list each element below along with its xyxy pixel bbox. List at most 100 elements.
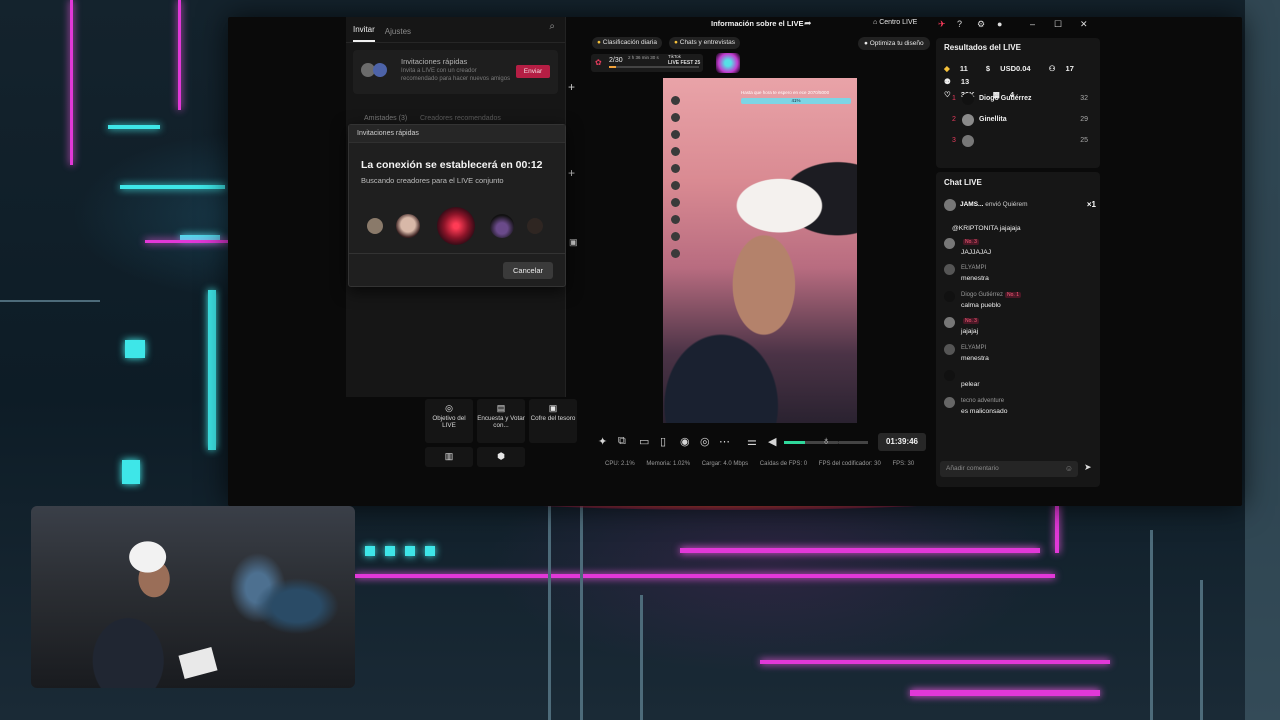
creator-avatars <box>367 207 557 245</box>
daily-ranking-pill[interactable]: ● Clasificación diaria <box>592 37 662 49</box>
plus-icon[interactable]: + <box>568 80 575 94</box>
centro-live-button[interactable]: ⌂ Centro LIVE <box>873 19 917 26</box>
avatar <box>373 63 387 77</box>
fest-name: LIVE FEST 25 <box>668 60 701 66</box>
share-icon[interactable]: ➦ <box>804 18 812 29</box>
cpu-stat: CPU: 2.1% <box>605 461 635 467</box>
record-icon[interactable]: ◉ <box>680 435 690 448</box>
upload-stat: Cargar: 4.0 Mbps <box>701 461 749 467</box>
avatar <box>490 214 514 238</box>
plus-icon[interactable]: + <box>568 166 575 180</box>
quick-invite-modal: Invitaciones rápidas La conexión se esta… <box>348 124 566 287</box>
live-results-box: Resultados del LIVE ◆ 11 $ USD0.04 ⚇ 17 … <box>936 38 1100 168</box>
fps-drops-stat: Caídas de FPS: 0 <box>759 461 808 467</box>
lock-icon: ▣ <box>569 237 578 247</box>
layout-icon[interactable]: ⧉ <box>618 435 626 448</box>
video-chat-overlay <box>671 96 681 266</box>
rank-badge: No. 3 <box>963 239 979 245</box>
rank-badge: No. 3 <box>963 318 979 324</box>
gift-text: envió Quiérem <box>985 201 1028 208</box>
avatar <box>437 207 475 245</box>
search-icon[interactable]: ⌕ <box>549 21 555 32</box>
live-studio-window: Invitar Ajustes ⌕ Invitaciones rápidas I… <box>228 17 1242 506</box>
leaderboard-row[interactable]: 2 Ginellita 29 <box>936 110 1100 130</box>
close-icon[interactable]: ✕ <box>1080 19 1088 30</box>
gift-count: ×1 <box>1086 200 1096 209</box>
paper-sheet <box>178 647 218 679</box>
avatar <box>944 344 955 355</box>
video-goal-progress: 41% <box>741 98 851 104</box>
tool-live-goal[interactable]: ◎ Objetivo del LIVE <box>425 399 473 443</box>
avatar <box>962 114 974 126</box>
microphone-icon[interactable]: ♁ <box>822 435 830 447</box>
user-plus-icon: ⚉ <box>944 77 951 86</box>
live-video-preview: Hasta que hora te espero en ece 2070/500… <box>663 78 857 423</box>
avatar <box>944 317 955 328</box>
send-invite-button[interactable]: Enviar <box>516 65 550 78</box>
results-title: Resultados del LIVE <box>944 43 1021 52</box>
tool-label: Cofre del tesoro <box>530 414 576 422</box>
rose-icon: ✿ <box>595 58 602 67</box>
tools-grid: ◎ Objetivo del LIVE ▤ Encuesta y Votar c… <box>423 397 583 489</box>
avatar <box>962 135 974 147</box>
video-goal-text: Hasta que hora te espero en ece 2070/500… <box>741 90 830 95</box>
memory-stat: Memoria: 1.02% <box>646 461 691 467</box>
maximize-icon[interactable]: ☐ <box>1054 19 1062 30</box>
notification-icon[interactable]: ✈ <box>938 19 946 30</box>
leaderboard-row[interactable]: 1 Diogo Gutiérrez 32 <box>936 89 1100 109</box>
comment-input[interactable]: Añadir comentario ☺ <box>940 461 1078 477</box>
chest-icon: ▣ <box>548 403 558 413</box>
chat-bubble-icon: ● <box>674 39 678 46</box>
tab-recommended[interactable]: Creadores recomendados <box>420 115 501 122</box>
modal-title: La conexión se establecerá en 00:12 <box>361 159 543 171</box>
tool-box[interactable]: ▥ <box>425 447 473 467</box>
live-chat: Chat LIVE JAMS... envió Quiérem ×1 @KRIP… <box>936 172 1100 487</box>
tab-ajustes[interactable]: Ajustes <box>385 27 411 42</box>
window-title: Información sobre el LIVE <box>711 19 804 28</box>
speaker-icon[interactable]: ◀ <box>768 435 776 448</box>
help-icon[interactable]: ? <box>957 19 962 29</box>
lightbulb-icon: ● <box>864 40 868 47</box>
replay-icon[interactable]: ◎ <box>700 435 710 448</box>
minimize-icon[interactable]: – <box>1030 19 1035 29</box>
fps-stat: FPS: 30 <box>892 461 915 467</box>
mic-slider[interactable] <box>839 441 868 444</box>
performance-stats: CPU: 2.1% Memoria: 1.02% Cargar: 4.0 Mbp… <box>605 461 924 467</box>
tool-label: Encuesta y Votar con... <box>477 414 525 430</box>
sliders-icon[interactable]: ⚌ <box>747 435 757 448</box>
tool-hexagon[interactable]: ⬢ <box>477 447 525 467</box>
live-fest-badge: TikTok LIVE FEST 25 <box>668 54 718 74</box>
new-followers-stat: ⚉ 13 <box>944 77 970 86</box>
rank-badge: No. 1 <box>1005 292 1021 298</box>
phone-icon[interactable]: ▯ <box>660 435 666 448</box>
avatar[interactable]: ● <box>997 19 1002 29</box>
tool-treasure-chest[interactable]: ▣ Cofre del tesoro <box>529 399 577 443</box>
tool-label: Objetivo del LIVE <box>432 414 466 430</box>
effects-icon[interactable]: ✦ <box>598 435 607 448</box>
avatar <box>944 264 955 275</box>
modal-subtitle: Buscando creadores para el LIVE conjunto <box>361 176 504 185</box>
chats-interviews-pill[interactable]: ● Chats y entrevistas <box>669 37 741 49</box>
quick-invite-card: Invitaciones rápidas Invita a LIVE con u… <box>353 50 558 94</box>
tab-invitar[interactable]: Invitar <box>353 25 375 42</box>
avatar <box>944 370 955 381</box>
box-icon: ▥ <box>444 451 454 461</box>
quick-invite-desc: Invita a LIVE con un creador recomendado… <box>401 68 511 82</box>
tab-friends[interactable]: Amistades (3) <box>364 115 407 122</box>
emoji-icon[interactable]: ☺ <box>1065 464 1073 473</box>
tool-poll[interactable]: ▤ Encuesta y Votar con... <box>477 399 525 443</box>
dollar-icon: $ <box>985 64 991 73</box>
chat-title: Chat LIVE <box>944 178 982 187</box>
cancel-button[interactable]: Cancelar <box>503 262 553 279</box>
avatar <box>944 397 955 408</box>
gear-icon[interactable]: ⚙ <box>977 19 985 30</box>
optimize-design-button[interactable]: ● Optimiza tu diseño <box>858 37 930 50</box>
send-icon[interactable]: ➤ <box>1084 462 1092 473</box>
leaderboard-row[interactable]: 3 25 <box>936 131 1100 151</box>
rank-time: 2 h 36 min 30 s <box>628 55 659 60</box>
screen-icon[interactable]: ▭ <box>639 435 649 448</box>
hexagon-icon: ⬢ <box>497 451 505 461</box>
volume-slider[interactable] <box>784 441 839 444</box>
title-bar-controls: ⌂ Centro LIVE ✈ ? ⚙ ● – ☐ ✕ <box>868 17 1242 35</box>
more-icon[interactable]: ⋯ <box>719 435 730 448</box>
